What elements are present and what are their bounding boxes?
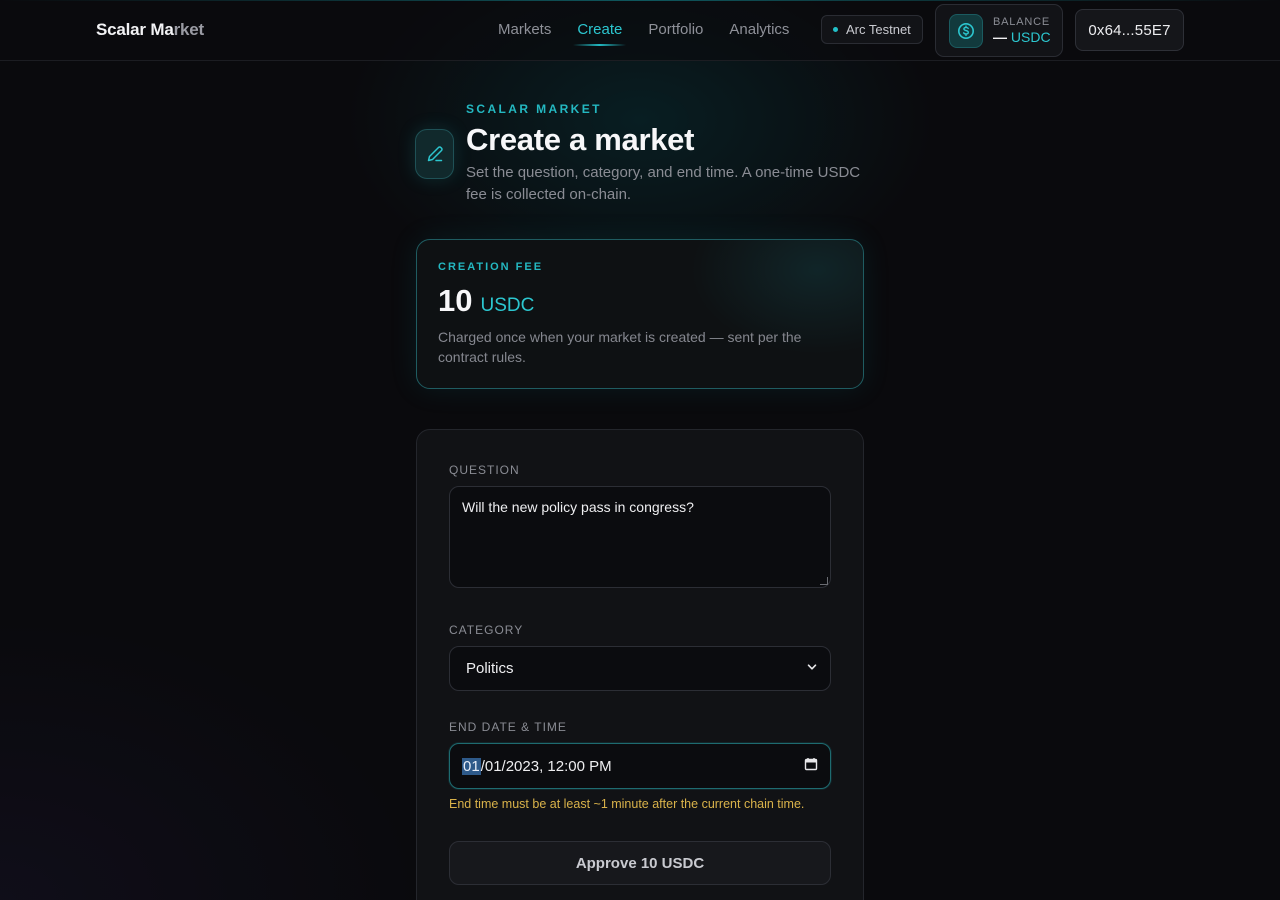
main-nav: Markets Create Portfolio Analytics bbox=[498, 21, 789, 56]
category-select[interactable]: Politics bbox=[449, 646, 831, 691]
fee-number: 10 bbox=[438, 283, 473, 318]
wallet-address-button[interactable]: 0x64...55E7 bbox=[1075, 9, 1184, 51]
question-input[interactable]: Will the new policy pass in congress? bbox=[449, 486, 831, 588]
question-value: Will the new policy pass in congress? bbox=[462, 499, 694, 515]
page-eyebrow: SCALAR MARKET bbox=[466, 102, 602, 116]
resize-handle-icon[interactable] bbox=[820, 577, 828, 585]
pencil-icon bbox=[415, 129, 454, 179]
fee-unit: USDC bbox=[480, 295, 535, 316]
balance-value: — USDC bbox=[993, 29, 1051, 45]
fee-amount: 10 USDC bbox=[438, 283, 842, 319]
network-status-dot bbox=[833, 27, 838, 32]
top-bar: Scalar Market Markets Create Portfolio A… bbox=[0, 0, 1280, 61]
dollar-coin-icon bbox=[949, 13, 983, 48]
nav-analytics[interactable]: Analytics bbox=[729, 21, 789, 56]
approve-usdc-button[interactable]: Approve 10 USDC bbox=[449, 841, 831, 885]
question-label: QUESTION bbox=[449, 463, 520, 477]
fee-description: Charged once when your market is created… bbox=[438, 329, 802, 365]
network-name: Arc Testnet bbox=[846, 22, 911, 37]
category-value: Politics bbox=[466, 660, 514, 677]
chevron-down-icon bbox=[806, 660, 818, 677]
end-datetime-label: END DATE & TIME bbox=[449, 720, 567, 734]
nav-create[interactable]: Create bbox=[573, 21, 627, 56]
category-label: CATEGORY bbox=[449, 623, 524, 637]
brand-text-main: Scalar Ma bbox=[96, 20, 174, 39]
end-datetime-input[interactable]: 01/01/2023, 12:00 PM bbox=[449, 743, 831, 789]
nav-markets[interactable]: Markets bbox=[498, 21, 551, 56]
brand-text-dim: rket bbox=[173, 20, 205, 39]
balance-amount: — bbox=[993, 29, 1007, 45]
datetime-month-segment[interactable]: 01 bbox=[462, 757, 481, 775]
fee-label: CREATION FEE bbox=[438, 261, 544, 273]
datetime-rest[interactable]: /01/2023, 12:00 PM bbox=[481, 758, 612, 775]
creation-fee-card: CREATION FEE 10 USDC Charged once when y… bbox=[416, 239, 864, 389]
end-time-warning: End time must be at least ~1 minute afte… bbox=[449, 797, 805, 811]
balance-widget: BALANCE — USDC bbox=[935, 4, 1063, 57]
calendar-icon[interactable] bbox=[804, 757, 818, 775]
network-indicator[interactable]: Arc Testnet bbox=[821, 15, 923, 44]
page-subtitle: Set the question, category, and end time… bbox=[466, 164, 861, 203]
page-title: Create a market bbox=[466, 122, 695, 157]
brand-logo[interactable]: Scalar Market bbox=[96, 20, 204, 40]
nav-portfolio[interactable]: Portfolio bbox=[648, 21, 703, 56]
balance-label: BALANCE bbox=[993, 16, 1050, 28]
balance-unit: USDC bbox=[1010, 29, 1051, 45]
